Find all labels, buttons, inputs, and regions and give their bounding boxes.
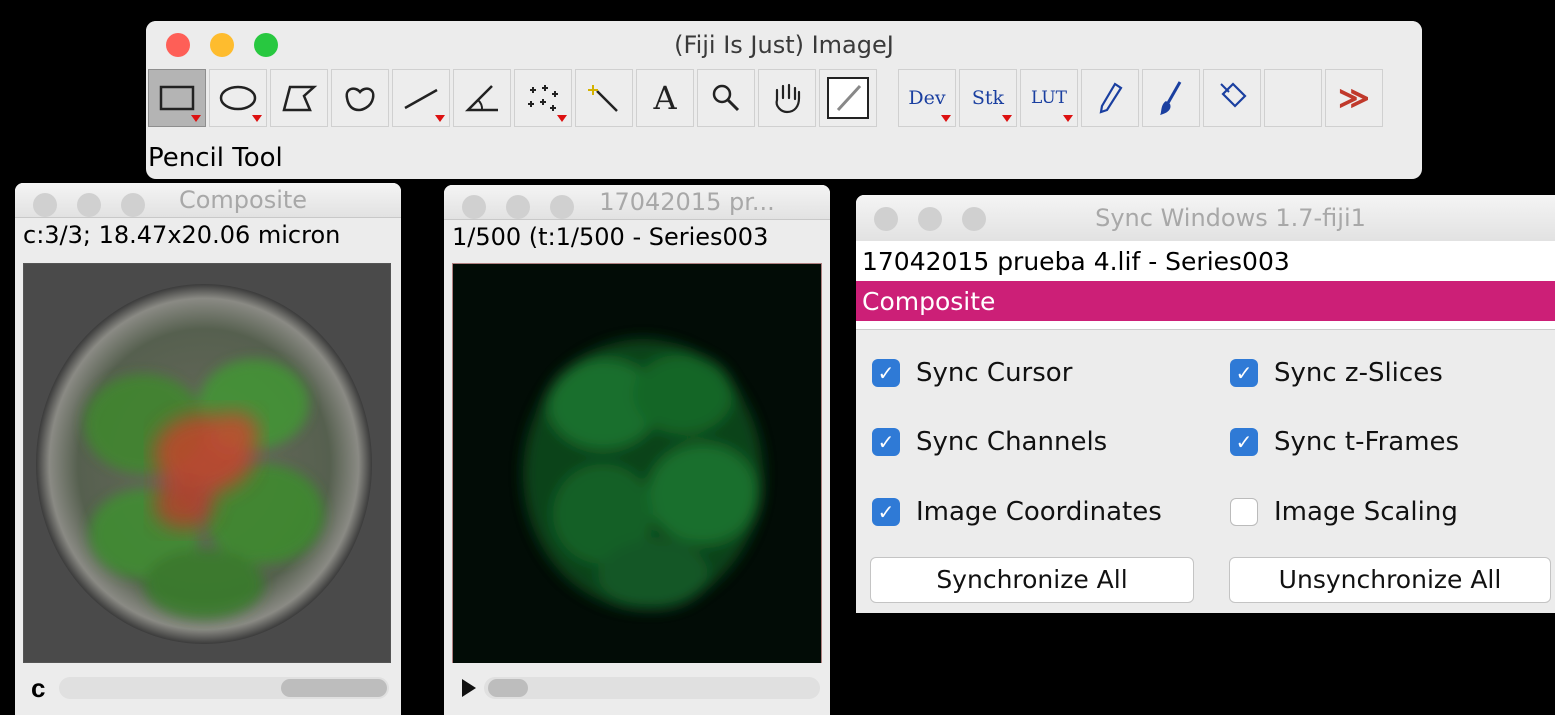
dropper-tool[interactable]: [819, 69, 877, 127]
sync-windows-dialog: Sync Windows 1.7-fiji1 17042015 prueba 4…: [856, 195, 1555, 613]
frame-slider-bar: [444, 663, 830, 715]
channel-slider-thumb[interactable]: [281, 679, 387, 697]
empty-tool-slot[interactable]: [1264, 69, 1322, 127]
rectangle-tool[interactable]: [148, 69, 206, 127]
channel-slider-bar: c: [15, 663, 401, 715]
more-tools-button[interactable]: ≫: [1325, 69, 1383, 127]
lut-menu-tool[interactable]: LUT: [1020, 69, 1078, 127]
window-title: Composite: [178, 186, 308, 214]
stk-label: Stk: [971, 87, 1005, 109]
dropdown-indicator: [252, 115, 262, 122]
paint-bucket-icon: [1220, 82, 1247, 108]
oval-tool[interactable]: [209, 69, 267, 127]
list-item-selected[interactable]: Composite: [856, 281, 1555, 321]
pencil-icon: [1099, 82, 1123, 114]
dev-label: Dev: [908, 87, 946, 109]
image-info: c:3/3; 18.47x20.06 micron: [23, 221, 341, 249]
dropdown-indicator: [941, 115, 951, 122]
sync-titlebar[interactable]: Sync Windows 1.7-fiji1: [856, 195, 1555, 242]
list-item[interactable]: 17042015 prueba 4.lif - Series003: [856, 241, 1555, 281]
play-icon[interactable]: [460, 677, 478, 699]
magnifier-tool[interactable]: [697, 69, 755, 127]
checkbox-checked-icon: ✓: [1230, 359, 1258, 387]
multipoint-icon: [528, 85, 558, 111]
pencil-tool[interactable]: [1081, 69, 1139, 127]
polygon-tool[interactable]: [270, 69, 328, 127]
line-tool[interactable]: [392, 69, 450, 127]
color-picker-icon: [827, 77, 869, 119]
freehand-tool[interactable]: [331, 69, 389, 127]
wand-tool[interactable]: [575, 69, 633, 127]
option-label: Image Coordinates: [916, 497, 1162, 527]
dropdown-indicator: [435, 115, 445, 122]
text-tool[interactable]: A: [636, 69, 694, 127]
imagej-titlebar[interactable]: (Fiji Is Just) ImageJ: [146, 21, 1422, 67]
rectangle-icon: [159, 85, 195, 111]
dev-menu-tool[interactable]: Dev: [898, 69, 956, 127]
checkbox-checked-icon: ✓: [872, 359, 900, 387]
frame-slider-thumb[interactable]: [488, 679, 528, 697]
angle-tool[interactable]: [453, 69, 511, 127]
option-label: Image Scaling: [1274, 497, 1458, 527]
lut-label: LUT: [1030, 88, 1068, 108]
composite-titlebar[interactable]: Composite: [15, 183, 401, 218]
flood-fill-tool[interactable]: [1203, 69, 1261, 127]
dropdown-indicator: [557, 115, 567, 122]
brush-tool[interactable]: [1142, 69, 1200, 127]
window-list: 17042015 prueba 4.lif - Series003 Compos…: [856, 241, 1555, 330]
oval-icon: [219, 85, 257, 111]
magnifier-icon: [712, 84, 740, 112]
option-label: Sync Channels: [916, 427, 1108, 457]
synchronize-all-button[interactable]: Synchronize All: [870, 557, 1194, 603]
text-tool-glyph: A: [653, 79, 677, 117]
window-title: 17042015 pr...: [599, 188, 775, 216]
angle-icon: [464, 85, 498, 112]
status-bar: Pencil Tool: [148, 143, 283, 173]
toolbar: A Dev Stk LUT ≫: [148, 69, 1386, 155]
checkbox-checked-icon: ✓: [1230, 428, 1258, 456]
green-channel-signal: [523, 339, 763, 609]
option-label: Sync Cursor: [916, 358, 1073, 388]
series-window: 17042015 pr... 1/500 (t:1/500 - Series00…: [444, 185, 830, 715]
frame-slider-track[interactable]: [484, 677, 820, 699]
sync-t-frames-checkbox[interactable]: ✓ Sync t-Frames: [1230, 427, 1459, 457]
composite-window: Composite c:3/3; 18.47x20.06 micron c: [15, 183, 401, 715]
checkbox-checked-icon: ✓: [872, 498, 900, 526]
hand-tool[interactable]: [758, 69, 816, 127]
window-title: (Fiji Is Just) ImageJ: [674, 31, 894, 59]
image-scaling-checkbox[interactable]: Image Scaling: [1230, 497, 1458, 527]
option-label: Sync t-Frames: [1274, 427, 1460, 457]
imagej-window: (Fiji Is Just) ImageJ A Dev Stk LUT ≫ Pe…: [146, 21, 1422, 179]
dropdown-indicator: [1063, 115, 1073, 122]
brush-icon: [1160, 81, 1182, 115]
series-titlebar[interactable]: 17042015 pr...: [444, 185, 830, 220]
sync-z-slices-checkbox[interactable]: ✓ Sync z-Slices: [1230, 358, 1443, 388]
image-info: 1/500 (t:1/500 - Series003: [452, 223, 769, 251]
checkbox-unchecked-icon: [1230, 498, 1258, 526]
sync-channels-checkbox[interactable]: ✓ Sync Channels: [872, 427, 1107, 457]
composite-image-canvas[interactable]: [23, 263, 391, 663]
image-coordinates-checkbox[interactable]: ✓ Image Coordinates: [872, 497, 1162, 527]
sync-cursor-checkbox[interactable]: ✓ Sync Cursor: [872, 358, 1072, 388]
polygon-icon: [282, 85, 318, 112]
unsynchronize-all-button[interactable]: Unsynchronize All: [1229, 557, 1551, 603]
freehand-icon: [345, 87, 375, 112]
checkbox-checked-icon: ✓: [872, 428, 900, 456]
dropdown-indicator: [1002, 115, 1012, 122]
dropdown-indicator: [191, 115, 201, 122]
stack-menu-tool[interactable]: Stk: [959, 69, 1017, 127]
double-chevron-right-icon: ≫: [1338, 81, 1370, 115]
hand-icon: [775, 83, 801, 114]
option-label: Sync z-Slices: [1274, 358, 1443, 388]
multipoint-tool[interactable]: [514, 69, 572, 127]
window-title: Sync Windows 1.7-fiji1: [1095, 204, 1366, 232]
series-image-canvas[interactable]: [452, 263, 822, 665]
line-icon: [404, 88, 438, 110]
wand-icon: [588, 85, 618, 112]
channel-label: c: [31, 673, 46, 703]
